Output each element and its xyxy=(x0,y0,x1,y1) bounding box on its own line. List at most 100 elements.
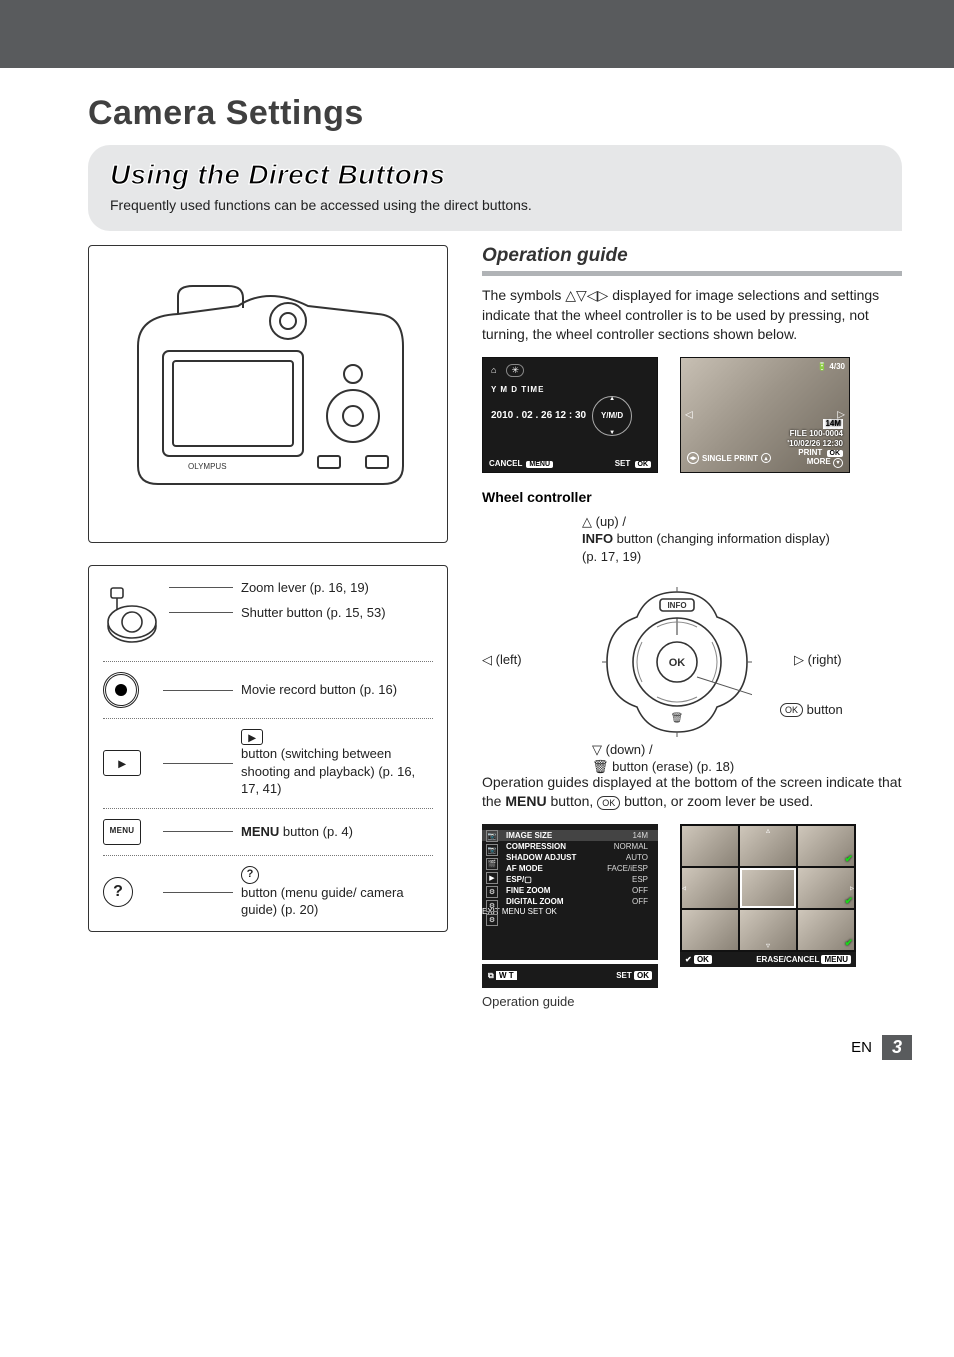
set-label: SET xyxy=(528,907,543,916)
playback-row: button (switching between shooting and p… xyxy=(103,718,433,798)
wheel-up-label-a: (up) / xyxy=(592,514,626,529)
ok-tag: OK xyxy=(827,450,844,457)
page-body: Camera Settings Using the Direct Buttons… xyxy=(0,68,954,1019)
zoom-lever-label: Zoom lever (p. 16, 19) xyxy=(241,580,369,595)
wheel-left-label: (left) xyxy=(492,652,522,667)
operation-guide-caption: Operation guide xyxy=(482,994,658,1009)
svg-text:OLYMPUS: OLYMPUS xyxy=(188,462,227,471)
menu-tab-icon: ⚙ xyxy=(486,886,498,898)
movie-record-row: Movie record button (p. 16) xyxy=(103,661,433,708)
ymdt-label: Y M D TIME xyxy=(491,385,649,394)
down-circle-icon: ▾ xyxy=(833,458,843,468)
wheel-controller-heading: Wheel controller xyxy=(482,489,902,505)
page-footer: EN 3 xyxy=(0,1019,954,1082)
erase-cancel-label: ERASE/CANCEL xyxy=(756,955,819,964)
lcd-date-screen: ⌂ ✳ Y M D TIME 2010 . 02 . 26 12 : 30 Y/M… xyxy=(482,357,658,473)
guide-button-label: ? button (menu guide/ camera guide) (p. … xyxy=(241,866,433,919)
playback-icon xyxy=(103,750,141,776)
thumb-screens-column: ✔ ✔ ✔ ▵ ▿ ◃ ▹ ✔ OK ERASE/CANCEL MENU xyxy=(680,824,856,967)
down-triangle-icon: ▽ xyxy=(592,743,602,756)
menu-tab-icon: 📷 xyxy=(486,844,498,856)
camera-illustration-box: OLYMPUS xyxy=(88,245,448,543)
wheel-down-label-a: (down) / xyxy=(602,742,653,757)
nav-left-icon: ◃ xyxy=(682,883,686,892)
clock-icon: ✳ xyxy=(506,364,524,377)
more-label: MORE xyxy=(807,457,831,466)
wheel-up-label-b: button (changing information display) (p… xyxy=(582,531,830,564)
svg-text:🗑: 🗑 xyxy=(671,712,684,724)
language-label: EN xyxy=(851,1039,872,1056)
menu-tag: MENU xyxy=(821,955,851,964)
svg-text:OK: OK xyxy=(669,657,686,669)
ok-icon: OK xyxy=(597,796,620,810)
help-icon: ? xyxy=(103,877,133,907)
menu-button-label: MENU button (p. 4) xyxy=(241,823,433,841)
menu-tag: MENU xyxy=(526,461,553,468)
lcd-thumbnail-screen: ✔ ✔ ✔ ▵ ▿ ◃ ▹ xyxy=(680,824,856,952)
lcd-playback-screen: ◁ ▷ 🔋 4/30 14M FILE 100-0004 '10/02/26 1… xyxy=(680,357,850,473)
lcd-examples-row: ⌂ ✳ Y M D TIME 2010 . 02 . 26 12 : 30 Y/M… xyxy=(482,357,902,473)
check-icon: ✔ xyxy=(845,854,853,865)
photo-counter: 🔋 4/30 xyxy=(817,362,845,372)
ok-icon: OK xyxy=(780,703,803,717)
menu-tab-icon: ⚙ xyxy=(486,900,498,912)
arrow-symbols-icon: △▽◁▷ xyxy=(565,286,608,306)
section-intro-text: Frequently used functions can be accesse… xyxy=(110,197,880,213)
wheel-down-label-b: button (erase) (p. 18) xyxy=(609,759,735,774)
zoom-shutter-row: Zoom lever (p. 16, 19) Shutter button (p… xyxy=(103,580,433,651)
svg-text:INFO: INFO xyxy=(667,601,686,610)
print-nav-icon: ◂▸ xyxy=(687,452,699,464)
ok-tag: OK xyxy=(635,461,652,468)
right-triangle-icon: ▷ xyxy=(794,653,804,666)
lcd-menu-screen: 📷 📷 🎬 ▶ ⚙ ⚙ ⚙ IMAGE SIZE14MCOMPRESSIONNO… xyxy=(482,824,658,960)
menu-screens-column: 📷 📷 🎬 ▶ ⚙ ⚙ ⚙ IMAGE SIZE14MCOMPRESSIONNO… xyxy=(482,824,658,1009)
menu-row: IMAGE SIZE14M xyxy=(482,830,658,841)
thumb-footer-bar: ✔ OK ERASE/CANCEL MENU xyxy=(680,952,856,967)
playback-label: button (switching between shooting and p… xyxy=(241,729,433,798)
menu-tag: MENU xyxy=(502,907,526,916)
record-icon xyxy=(103,672,139,708)
camera-illustration: OLYMPUS xyxy=(103,256,433,526)
movie-record-label: Movie record button (p. 16) xyxy=(241,681,433,699)
menu-row: ESP/▢ESP xyxy=(482,874,658,885)
crop-icon: ⧉ xyxy=(488,971,494,980)
date-value: 2010 . 02 . 26 12 : 30 xyxy=(491,410,586,421)
menu-tab-icon: ▶ xyxy=(486,872,498,884)
up-triangle-icon: △ xyxy=(582,515,592,528)
cancel-label: CANCEL xyxy=(489,459,522,468)
section-intro-card: Using the Direct Buttons Frequently used… xyxy=(88,145,902,231)
section-title: Using the Direct Buttons xyxy=(110,159,880,191)
camera-back-icon: OLYMPUS xyxy=(118,266,418,516)
wheel-right-label: (right) xyxy=(804,652,842,667)
ok-tag: OK xyxy=(634,971,652,980)
top-dark-bar xyxy=(0,0,954,68)
nav-right-icon: ▹ xyxy=(850,883,854,892)
heading-rule xyxy=(482,271,902,276)
set-label: SET xyxy=(616,971,632,980)
menu-button-row: MENU MENU button (p. 4) xyxy=(103,808,433,845)
set-label: SET xyxy=(615,459,631,468)
ok-tag: OK xyxy=(545,907,557,916)
operation-guide-paragraph: The symbols △▽◁▷ displayed for image sel… xyxy=(482,286,902,345)
trash-icon: 🗑 xyxy=(592,759,609,774)
nav-up-icon: ▵ xyxy=(766,826,770,835)
menu-tab-icon: ⚙ xyxy=(486,914,498,926)
menu-row: AF MODEFACE/iESP xyxy=(482,863,658,874)
ymd-selector-icon: Y/M/D xyxy=(592,396,632,436)
lcd-zoom-bar: ⧉ W T SET OK xyxy=(482,964,658,988)
wheel-controller-diagram: △ (up) / INFO button (changing informati… xyxy=(482,513,902,773)
info-bold: INFO xyxy=(582,531,613,546)
wt-label: W T xyxy=(496,971,517,980)
page-number: 3 xyxy=(882,1035,912,1060)
nav-down-icon: ▿ xyxy=(766,941,770,950)
bottom-screens-row: 📷 📷 🎬 ▶ ⚙ ⚙ ⚙ IMAGE SIZE14MCOMPRESSIONNO… xyxy=(482,824,902,1009)
operation-guide-heading: Operation guide xyxy=(482,245,902,267)
nav-left-icon: ◁ xyxy=(685,409,693,420)
menu-icon: MENU xyxy=(103,819,141,845)
guide-button-row: ? ? button (menu guide/ camera guide) (p… xyxy=(103,855,433,919)
print-label: PRINT xyxy=(798,448,822,457)
menu-side-icons: 📷 📷 🎬 ▶ ⚙ ⚙ ⚙ xyxy=(486,830,498,926)
home-icon: ⌂ xyxy=(491,365,496,375)
menu-row: SHADOW ADJUSTAUTO xyxy=(482,852,658,863)
menu-row: COMPRESSIONNORMAL xyxy=(482,841,658,852)
